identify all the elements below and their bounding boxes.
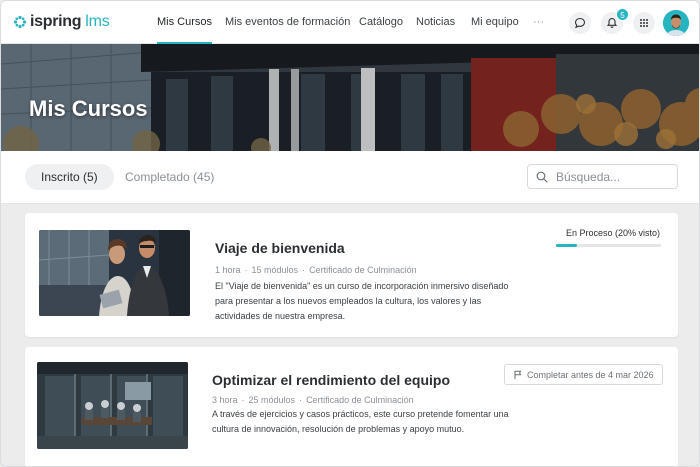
course-description: A través de ejercicios y casos prácticos… (212, 409, 509, 434)
course-title[interactable]: Optimizar el rendimiento del equipo (212, 372, 450, 388)
tab-inscrito[interactable]: Inscrito (5) (25, 164, 114, 190)
brand-name: ispring (30, 13, 82, 30)
chat-icon (574, 17, 586, 29)
notification-badge: 5 (616, 8, 629, 21)
user-avatar[interactable] (663, 10, 689, 36)
notifications-button[interactable]: 5 (601, 8, 629, 34)
nav-item-noticias[interactable]: Noticias (416, 1, 455, 44)
apps-button[interactable] (633, 12, 655, 34)
ispring-flower-icon (13, 15, 27, 29)
course-progress-fill (556, 244, 577, 247)
course-meta: 3 hora · 25 módulos · Certificado de Culmina… (212, 395, 414, 405)
page-title: Mis Cursos (29, 96, 148, 121)
search-input[interactable] (556, 169, 666, 184)
nav-item-mis-eventos[interactable]: Mis eventos de formación (225, 1, 350, 44)
course-deadline: Completar antes de 4 mar 2026 (504, 364, 663, 385)
course-card[interactable]: Optimizar el rendimiento del equipo 3 ho… (25, 347, 678, 466)
course-thumbnail[interactable] (37, 362, 188, 449)
hero-banner: Mis Cursos (1, 44, 699, 151)
flag-icon (514, 370, 522, 379)
top-navigation: ispring lms Mis Cursos Mis eventos de fo… (1, 1, 699, 44)
course-thumbnail-image (37, 362, 188, 449)
course-thumbnail[interactable] (39, 230, 190, 316)
nav-item-mis-cursos[interactable]: Mis Cursos (157, 1, 213, 44)
search-icon (536, 171, 548, 183)
tab-completado[interactable]: Completado (45) (109, 164, 230, 190)
apps-grid-icon (640, 19, 648, 27)
nav-more-button[interactable]: ··· (533, 1, 544, 44)
bell-icon (606, 18, 618, 28)
course-description: El "Viaje de bienvenida" es un curso de … (215, 281, 509, 321)
nav-item-catalogo[interactable]: Catálogo (359, 1, 403, 44)
course-thumbnail-image (39, 230, 190, 316)
course-status: En Proceso (20% visto) (565, 228, 660, 238)
course-meta: 1 hora · 15 módulos · Certificado de Culmina… (215, 265, 417, 275)
course-duration: 1 hora (215, 265, 241, 275)
search-box[interactable] (527, 164, 678, 189)
course-modules: 15 módulos (251, 265, 299, 275)
nav-item-mi-equipo[interactable]: Mi equipo (471, 1, 519, 44)
ispring-lms-logo[interactable]: ispring lms (13, 13, 110, 31)
brand-product: lms (85, 13, 110, 30)
course-duration: 3 hora (212, 395, 238, 405)
user-avatar-image (663, 10, 689, 36)
course-certificate: Certificado de Culminación (306, 395, 414, 405)
course-deadline-text: Completar antes de 4 mar 2026 (527, 369, 654, 380)
course-progress-bar (556, 244, 661, 247)
course-certificate: Certificado de Culminación (309, 265, 417, 275)
course-card[interactable]: Viaje de bienvenida 1 hora · 15 módulos · Ce… (25, 213, 678, 337)
chat-button[interactable] (569, 12, 591, 34)
course-modules: 25 módulos (248, 395, 296, 405)
app-window: ispring lms Mis Cursos Mis eventos de fo… (0, 0, 700, 467)
course-title[interactable]: Viaje de bienvenida (215, 240, 345, 256)
